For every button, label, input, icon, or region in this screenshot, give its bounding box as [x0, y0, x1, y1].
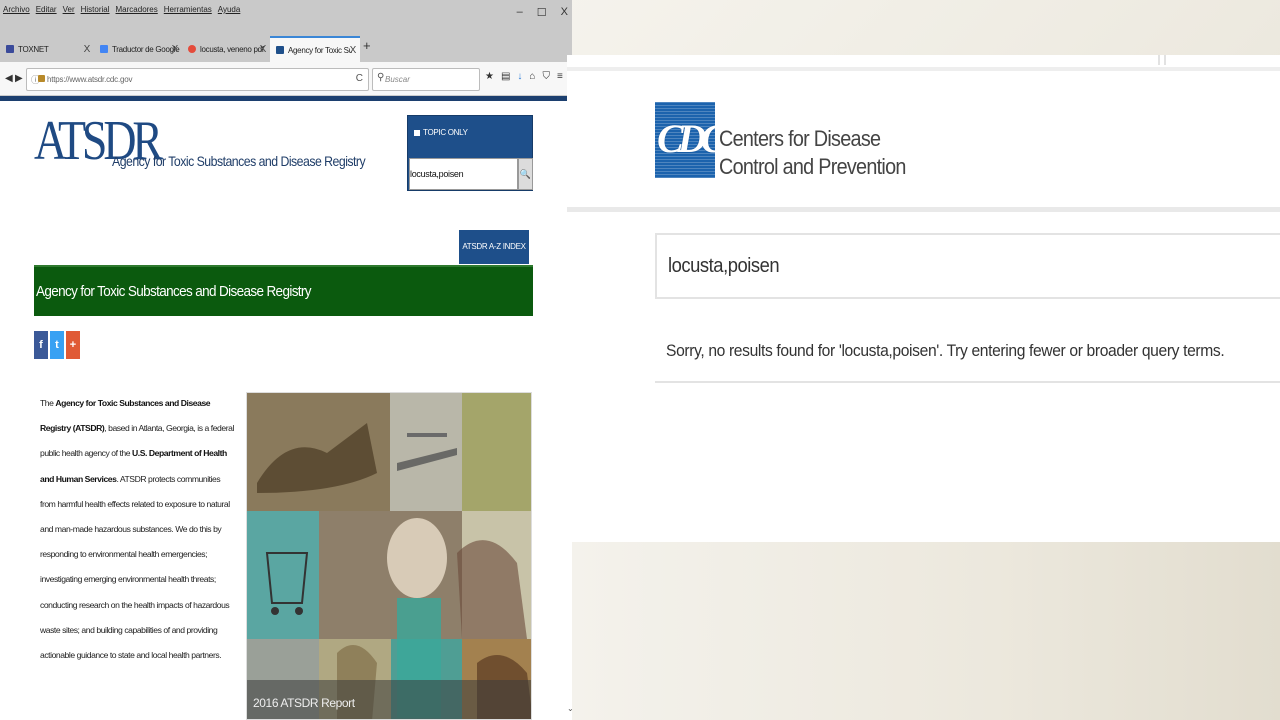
collage-illustration	[247, 393, 531, 719]
toolbar-icons: ★ ▤ ↓ ⌂ ⛉ ≡	[485, 71, 563, 82]
menu-archivo[interactable]: Archivo	[3, 5, 30, 14]
window-controls: – ☐ X	[517, 6, 568, 19]
bookmark-star-icon[interactable]: ★	[485, 71, 494, 82]
intro-text: . ATSDR protects communities from harmfu…	[40, 473, 230, 661]
back-icon[interactable]: ◀	[5, 73, 13, 84]
cdc-header-strip	[567, 55, 1280, 71]
tab-google-search[interactable]: locusta, veneno pdf - Busca X	[182, 36, 270, 62]
minimize-button[interactable]: –	[517, 6, 523, 19]
google-translate-favicon	[100, 45, 108, 53]
atsdr-search-value: locusta,poisen	[410, 169, 464, 179]
reload-icon[interactable]: C	[356, 73, 363, 84]
tab-toxnet[interactable]: TOXNET X	[0, 36, 94, 62]
illustration-collage[interactable]: 2016 ATSDR Report	[246, 392, 532, 720]
cdc-logo-mark: CDC	[657, 116, 715, 161]
cdc-search-value: locusta,poisen	[668, 255, 780, 277]
collage-caption-bar: 2016 ATSDR Report	[247, 680, 531, 719]
menu-bar: Archivo Editar Ver Historial Marcadores …	[0, 0, 572, 30]
tab-bar: TOXNET X Traductor de Google X locusta, …	[0, 30, 572, 62]
close-window-button[interactable]: X	[561, 6, 568, 19]
tab-label: locusta, veneno pdf - Busca	[200, 44, 264, 54]
menu-historial[interactable]: Historial	[81, 5, 110, 14]
close-tab-icon[interactable]: X	[172, 44, 179, 55]
intro-text: The	[40, 398, 56, 408]
google-favicon	[188, 45, 196, 53]
pocket-icon[interactable]: ⛉	[542, 71, 550, 82]
header-divider	[1158, 55, 1160, 65]
reader-list-icon[interactable]: ▤	[501, 71, 510, 82]
cdc-screenshot: CDC Centers for Disease Control and Prev…	[567, 55, 1280, 542]
close-tab-icon[interactable]: X	[84, 44, 91, 55]
browser-search-input[interactable]: ⚲ Buscar	[372, 68, 480, 91]
results-divider	[655, 381, 1280, 383]
collage-caption: 2016 ATSDR Report	[253, 696, 355, 710]
maximize-button[interactable]: ☐	[537, 6, 547, 19]
close-tab-icon[interactable]: X	[350, 45, 357, 56]
navigation-bar: ◀ ▶ ⓘ https://www.atsdr.cdc.gov C ⚲ Busc…	[0, 62, 572, 96]
atsdr-favicon	[276, 46, 284, 54]
no-results-message: Sorry, no results found for 'locusta,poi…	[666, 341, 1225, 360]
facebook-icon[interactable]: f	[34, 331, 48, 359]
tab-atsdr[interactable]: Agency for Toxic Substance X	[270, 36, 360, 62]
share-plus-icon[interactable]: +	[66, 331, 80, 359]
tab-label: Traductor de Google	[112, 44, 180, 54]
home-icon[interactable]: ⌂	[529, 71, 535, 82]
cdc-name-line1: Centers for Disease	[719, 126, 881, 151]
header-divider	[1164, 55, 1166, 65]
tab-label: TOXNET	[18, 44, 49, 54]
atsdr-search-panel: TOPIC ONLY locusta,poisen 🔍	[407, 115, 533, 191]
atsdr-az-index-button[interactable]: ATSDR A-Z INDEX ⌄	[459, 230, 529, 285]
twitter-icon[interactable]: t	[50, 331, 64, 359]
close-tab-icon[interactable]: X	[260, 44, 267, 55]
toxnet-favicon	[6, 45, 14, 53]
download-icon[interactable]: ↓	[517, 71, 522, 82]
menu-ayuda[interactable]: Ayuda	[218, 5, 241, 14]
hamburger-menu-icon[interactable]: ≡	[557, 71, 563, 82]
checkbox-icon[interactable]	[414, 129, 420, 136]
cdc-logo[interactable]: CDC	[655, 102, 715, 178]
page-title-band: Agency for Toxic Substances and Disease …	[34, 265, 533, 316]
url-text: https://www.atsdr.cdc.gov	[47, 75, 133, 84]
new-tab-button[interactable]: +	[363, 38, 371, 53]
menu-editar[interactable]: Editar	[36, 5, 57, 14]
topic-only-label: TOPIC ONLY	[423, 128, 468, 137]
search-icon: ⚲	[377, 72, 385, 83]
tab-label: Agency for Toxic Substance	[288, 45, 352, 55]
tab-google-translate[interactable]: Traductor de Google X	[94, 36, 182, 62]
scroll-down-icon: ⌄	[567, 704, 574, 713]
social-share-buttons: f t +	[34, 331, 80, 359]
forward-icon[interactable]: ▶	[15, 73, 23, 84]
lock-icon	[38, 75, 45, 82]
menu-marcadores[interactable]: Marcadores	[116, 5, 158, 14]
atsdr-search-input[interactable]: locusta,poisen	[409, 158, 518, 190]
atsdr-search-button[interactable]: 🔍	[518, 158, 533, 190]
atsdr-logo-subtitle: Agency for Toxic Substances and Disease …	[112, 153, 366, 169]
url-bar[interactable]: ⓘ https://www.atsdr.cdc.gov C	[26, 68, 369, 91]
cdc-agency-name: Centers for Disease Control and Preventi…	[719, 125, 906, 181]
page-title: Agency for Toxic Substances and Disease …	[36, 283, 312, 300]
menu-herramientas[interactable]: Herramientas	[164, 5, 212, 14]
intro-paragraph: The Agency for Toxic Substances and Dise…	[40, 391, 236, 668]
search-placeholder: Buscar	[385, 75, 410, 84]
cdc-name-line2: Control and Prevention	[719, 154, 906, 179]
firefox-screenshot: Archivo Editar Ver Historial Marcadores …	[0, 0, 572, 720]
cdc-search-input[interactable]: locusta,poisen	[655, 233, 1280, 299]
menu-ver[interactable]: Ver	[63, 5, 75, 14]
topic-only-checkbox[interactable]: TOPIC ONLY	[414, 128, 468, 137]
atsdr-page: ATSDR Agency for Toxic Substances and Di…	[0, 101, 572, 720]
cdc-divider	[567, 207, 1280, 212]
menu-items: Archivo Editar Ver Historial Marcadores …	[3, 5, 240, 14]
slide-background-lower	[567, 542, 1280, 720]
